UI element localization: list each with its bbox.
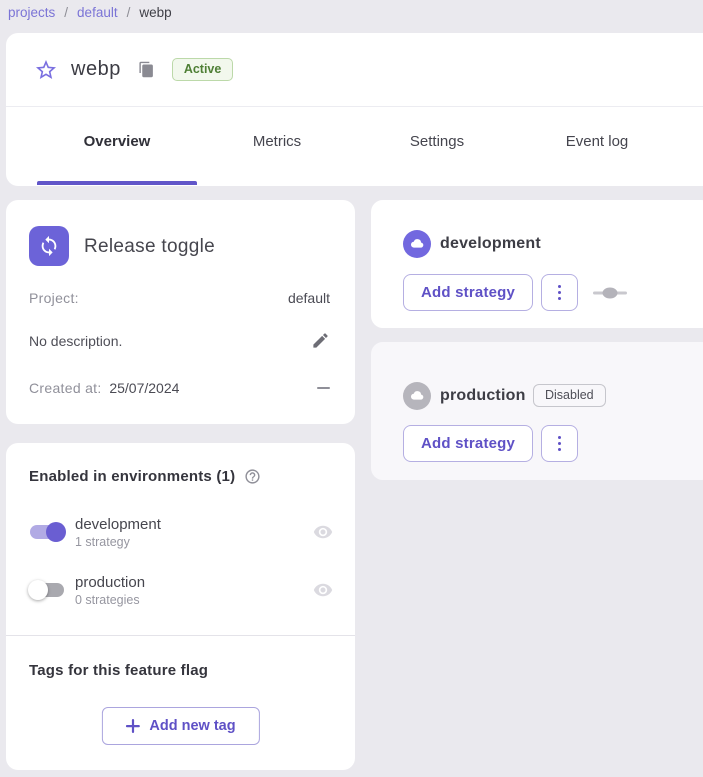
- description-text: No description.: [29, 333, 122, 349]
- status-badge: Active: [172, 58, 234, 81]
- minus-icon[interactable]: [317, 386, 330, 390]
- cloud-icon: [403, 230, 431, 258]
- created-label: Created at:: [29, 380, 102, 396]
- page-title: webp: [71, 58, 121, 81]
- eye-icon[interactable]: [313, 580, 333, 600]
- tab-bar: Overview Metrics Settings Event log: [6, 107, 703, 185]
- kebab-menu-button[interactable]: [541, 274, 578, 311]
- tags-heading: Tags for this feature flag: [29, 662, 208, 679]
- strategy-count: 1 strategy: [75, 535, 161, 549]
- add-new-tag-button[interactable]: Add new tag: [101, 707, 259, 745]
- created-value: 25/07/2024: [109, 380, 179, 396]
- breadcrumb-link-default[interactable]: default: [77, 5, 118, 20]
- toggle-thumb: [28, 580, 48, 600]
- project-label: Project:: [29, 290, 79, 306]
- breadcrumb-separator: /: [127, 5, 131, 20]
- tab-overview[interactable]: Overview: [37, 107, 197, 185]
- copy-icon[interactable]: [138, 60, 155, 79]
- breadcrumb-link-projects[interactable]: projects: [8, 5, 55, 20]
- strategy-count: 0 strategies: [75, 593, 145, 607]
- divider: [6, 635, 355, 636]
- project-row: Project: default: [29, 290, 330, 306]
- edit-pencil-icon[interactable]: [311, 331, 330, 350]
- kebab-menu-button[interactable]: [541, 425, 578, 462]
- add-strategy-button[interactable]: Add strategy: [403, 274, 533, 311]
- active-tab-indicator: [37, 181, 197, 185]
- created-row: Created at: 25/07/2024: [29, 380, 330, 396]
- favorite-star-icon[interactable]: [34, 58, 58, 82]
- tab-settings[interactable]: Settings: [357, 107, 517, 185]
- development-toggle[interactable]: [28, 520, 66, 544]
- environment-name: production: [75, 574, 145, 591]
- environment-name: development: [75, 516, 161, 533]
- flag-type-label: Release toggle: [84, 236, 215, 258]
- disabled-badge: Disabled: [533, 384, 606, 407]
- development-environment-panel: development Add strategy: [371, 200, 703, 328]
- environments-card: Enabled in environments (1) development …: [6, 443, 355, 770]
- environment-panel-title: development: [440, 235, 541, 253]
- add-strategy-button[interactable]: Add strategy: [403, 425, 533, 462]
- tab-event-log[interactable]: Event log: [517, 107, 677, 185]
- flag-title-row: webp Active: [6, 33, 703, 107]
- cloud-icon: [403, 382, 431, 410]
- project-value: default: [288, 290, 330, 306]
- production-panel-actions: Add strategy: [403, 425, 578, 462]
- help-icon[interactable]: [244, 468, 261, 485]
- environment-row-development: development 1 strategy: [6, 508, 355, 556]
- production-toggle[interactable]: [28, 578, 66, 602]
- add-new-tag-label: Add new tag: [149, 718, 235, 734]
- plus-icon: [125, 719, 139, 733]
- environments-heading: Enabled in environments (1): [29, 468, 235, 485]
- production-environment-panel: production Disabled Add strategy: [371, 342, 703, 480]
- breadcrumb: projects / default / webp: [8, 1, 172, 23]
- development-panel-actions: Add strategy: [403, 274, 627, 311]
- feature-flag-page: projects / default / webp webp Active Ov…: [0, 0, 703, 777]
- flag-header-card: webp Active Overview Metrics Settings Ev…: [6, 33, 703, 186]
- flag-details-card: Release toggle Project: default No descr…: [6, 200, 355, 424]
- tab-metrics[interactable]: Metrics: [197, 107, 357, 185]
- description-row: No description.: [29, 331, 330, 350]
- environments-heading-row: Enabled in environments (1): [29, 468, 261, 485]
- breadcrumb-current: webp: [139, 5, 171, 20]
- toggle-thumb: [46, 522, 66, 542]
- release-toggle-icon: [29, 226, 69, 266]
- collapse-handle-icon[interactable]: [593, 287, 627, 299]
- eye-icon[interactable]: [313, 522, 333, 542]
- environment-panel-title: production: [440, 387, 526, 405]
- breadcrumb-separator: /: [64, 5, 68, 20]
- environment-row-production: production 0 strategies: [6, 566, 355, 614]
